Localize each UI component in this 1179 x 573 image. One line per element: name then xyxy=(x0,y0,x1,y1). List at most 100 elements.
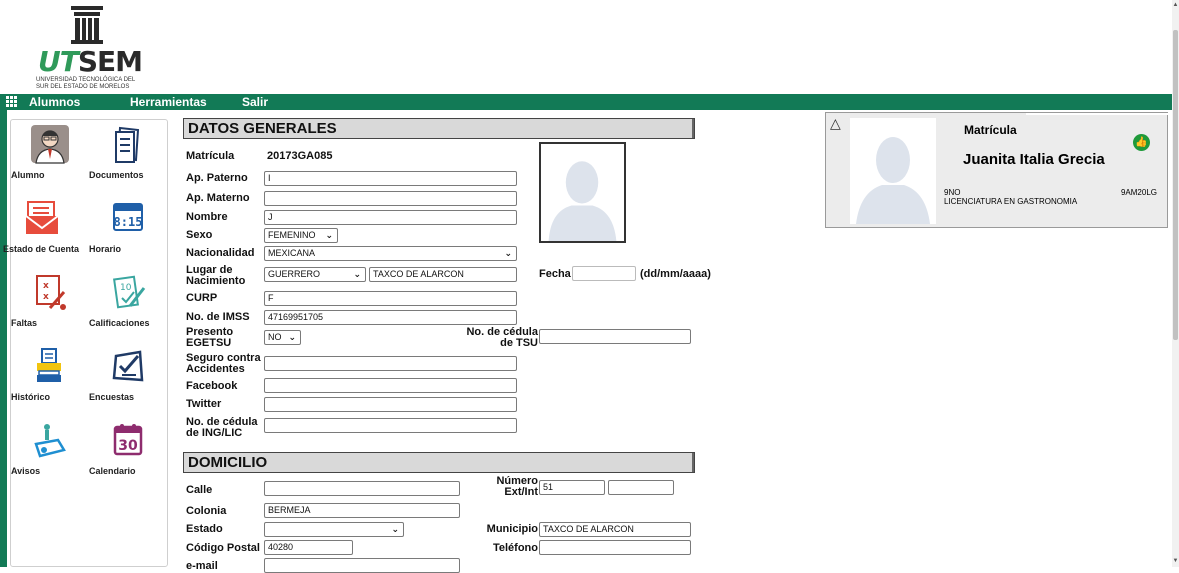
numero-int-field[interactable] xyxy=(608,480,674,495)
seguro-accidentes-field[interactable] xyxy=(264,356,517,371)
card-grade-career: 9NO LICENCIATURA EN GASTRONOMIA xyxy=(944,188,1078,206)
sidebar-item-label: Alumno xyxy=(11,170,45,180)
sidebar-item-calendario[interactable]: 30 Calendario xyxy=(89,420,167,476)
sidebar-item-estado-de-cuenta[interactable]: Estado de Cuenta xyxy=(3,198,81,254)
card-student-name: Juanita Italia Grecia xyxy=(963,151,1105,168)
numero-ext-field[interactable]: 51 xyxy=(539,480,605,495)
telefono-field[interactable] xyxy=(539,540,691,555)
vertical-scrollbar[interactable]: ▲ ▼ xyxy=(1172,0,1179,567)
facebook-label: Facebook xyxy=(186,380,238,392)
avatar-placeholder-icon xyxy=(541,144,624,241)
nav-herramientas[interactable]: Herramientas xyxy=(130,95,207,109)
ap-materno-field[interactable] xyxy=(264,191,517,206)
top-nav-bar: Alumnos Herramientas Salir xyxy=(0,94,1172,110)
scroll-down-icon[interactable]: ▼ xyxy=(1172,558,1179,565)
email-field[interactable] xyxy=(264,558,460,573)
svg-text:x: x xyxy=(43,292,49,302)
svg-text:30: 30 xyxy=(118,438,138,454)
lugar-municipio-field[interactable]: TAXCO DE ALARCON xyxy=(369,267,517,282)
apps-grid-icon[interactable] xyxy=(6,96,17,107)
chevron-down-icon: ⌄ xyxy=(325,230,333,240)
facebook-field[interactable] xyxy=(264,378,517,393)
seguro-accidentes-label: Seguro contra Accidentes xyxy=(186,352,261,375)
lugar-estado-select[interactable]: GUERRERO ⌄ xyxy=(264,267,366,282)
egetsu-select[interactable]: NO ⌄ xyxy=(264,330,301,345)
sidebar-item-label: Horario xyxy=(89,244,122,254)
nacionalidad-select[interactable]: MEXICANA ⌄ xyxy=(264,246,517,261)
documents-icon xyxy=(115,126,140,163)
sidebar-item-label: Histórico xyxy=(11,392,51,402)
student-icon xyxy=(31,125,69,164)
sidebar-menu: Alumno Documentos Estado de Cuenta 8:15 … xyxy=(3,119,168,567)
student-photo xyxy=(539,142,626,243)
notices-icon xyxy=(34,424,66,458)
collapse-triangle-icon[interactable]: △ xyxy=(830,115,841,132)
scrollbar-thumb[interactable] xyxy=(1173,30,1178,340)
ap-paterno-label: Ap. Paterno xyxy=(186,172,248,184)
colonia-field[interactable]: BERMEJA xyxy=(264,503,460,518)
sidebar-item-historico[interactable]: Histórico xyxy=(11,346,89,402)
sexo-label: Sexo xyxy=(186,229,213,241)
matricula-value: 20173GA085 xyxy=(267,150,333,162)
svg-text:10: 10 xyxy=(120,283,132,293)
cedula-tsu-field[interactable] xyxy=(539,329,691,344)
sidebar-item-avisos[interactable]: Avisos xyxy=(11,420,89,476)
estado-select[interactable]: ⌄ xyxy=(264,522,404,537)
sidebar-item-label: Faltas xyxy=(11,318,38,328)
matricula-label: Matrícula xyxy=(186,150,235,162)
schedule-icon: 8:15 xyxy=(113,203,143,231)
sidebar-item-alumno[interactable]: Alumno xyxy=(11,124,89,180)
building-logo-icon xyxy=(71,6,103,44)
nav-alumnos[interactable]: Alumnos xyxy=(29,95,80,109)
chevron-down-icon: ⌄ xyxy=(353,269,361,279)
nacionalidad-label: Nacionalidad xyxy=(186,247,255,259)
nombre-label: Nombre xyxy=(186,211,228,223)
curp-field[interactable]: F xyxy=(264,291,517,306)
telefono-label: Teléfono xyxy=(492,542,538,554)
estado-label: Estado xyxy=(186,523,223,535)
sidebar-item-label: Estado de Cuenta xyxy=(3,244,80,254)
student-summary-card: △ Matrícula Juanita Italia Grecia 👍 9NO … xyxy=(825,112,1168,228)
curp-label: CURP xyxy=(186,292,218,304)
codigo-postal-field[interactable]: 40280 xyxy=(264,540,353,555)
twitter-field[interactable] xyxy=(264,397,517,412)
account-statement-icon xyxy=(25,201,59,234)
sidebar-item-label: Calificaciones xyxy=(89,318,150,328)
logo-wordmark: UTSEM xyxy=(38,45,143,78)
municipio-label: Municipio xyxy=(486,523,538,535)
lugar-nacimiento-label: Lugar de Nacimiento xyxy=(186,264,246,287)
chevron-down-icon: ⌄ xyxy=(504,248,512,258)
ap-paterno-field[interactable]: I xyxy=(264,171,517,186)
cedula-ing-label: No. de cédula de ING/LIC xyxy=(186,416,258,439)
calle-field[interactable] xyxy=(264,481,460,496)
imss-field[interactable]: 47169951705 xyxy=(264,310,517,325)
section-domicilio-header: DOMICILIO xyxy=(183,452,695,473)
fecha-label: Fecha xyxy=(539,268,571,280)
codigo-postal-label: Código Postal xyxy=(186,542,260,554)
surveys-icon xyxy=(112,350,144,382)
numero-ext-int-label: Número Ext/Int xyxy=(496,475,538,498)
nav-salir[interactable]: Salir xyxy=(242,95,268,109)
municipio-field[interactable]: TAXCO DE ALARCON xyxy=(539,522,691,537)
card-top-strip xyxy=(1026,113,1168,115)
fecha-field[interactable] xyxy=(572,266,636,281)
nombre-field[interactable]: J xyxy=(264,210,517,225)
section-datos-generales-header: DATOS GENERALES xyxy=(183,118,695,139)
chevron-down-icon: ⌄ xyxy=(288,332,296,342)
sexo-select[interactable]: FEMENINO ⌄ xyxy=(264,228,338,243)
sidebar-item-documentos[interactable]: Documentos xyxy=(89,124,167,180)
sidebar-item-horario[interactable]: 8:15 Horario xyxy=(89,198,167,254)
cedula-ing-field[interactable] xyxy=(264,418,517,433)
card-group: 9AM20LG xyxy=(1120,188,1157,197)
calle-label: Calle xyxy=(186,484,213,496)
avatar-placeholder-icon xyxy=(850,118,936,224)
svg-text:8:15: 8:15 xyxy=(114,215,143,229)
cedula-tsu-label: No. de cédula de TSU xyxy=(466,326,538,349)
logo-subtitle: UNIVERSIDAD TECNOLÓGICA DEL SUR DEL ESTA… xyxy=(36,77,136,90)
sidebar-item-label: Documentos xyxy=(89,170,144,180)
sidebar-item-encuestas[interactable]: Encuestas xyxy=(89,346,167,402)
sidebar-item-calificaciones[interactable]: 10 Calificaciones xyxy=(89,272,167,328)
absences-icon: x x xyxy=(36,275,66,310)
sidebar-item-faltas[interactable]: x x Faltas xyxy=(11,272,89,328)
scroll-up-icon[interactable]: ▲ xyxy=(1172,2,1179,9)
